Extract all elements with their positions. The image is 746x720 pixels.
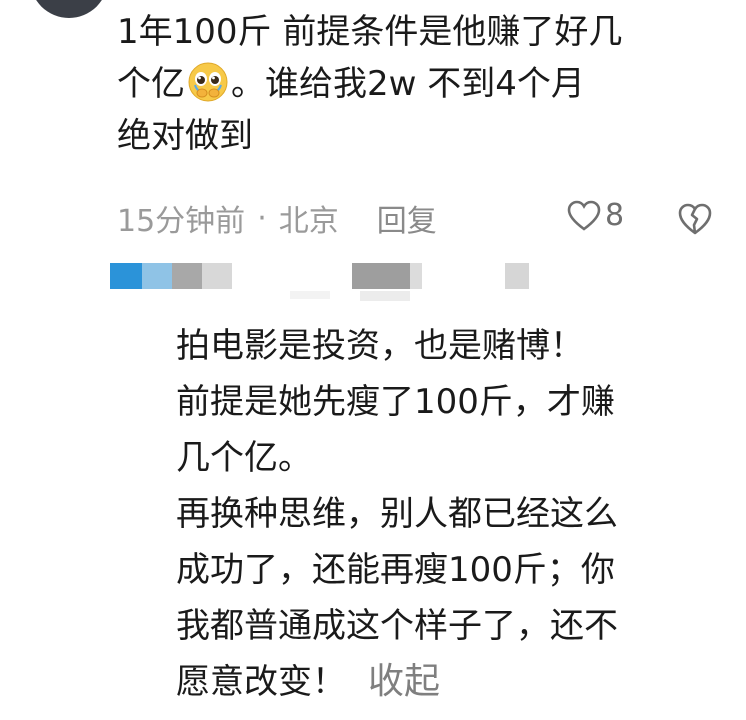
comment-time: 15分钟前 — [117, 204, 246, 239]
pleading-face-icon — [187, 61, 229, 103]
reply-content: 拍电影是投资，也是赌博！ 前提是她先瘦了100斤，才赚 几个亿。 再换种思维，别… — [176, 326, 618, 702]
like-button[interactable]: 8 — [567, 198, 624, 233]
reply-button[interactable]: 回复 — [377, 196, 437, 240]
comment-location: 北京 — [278, 204, 339, 239]
comment-meta: 15分钟前 · 北京 回复 8 — [117, 194, 729, 242]
like-count: 8 — [605, 198, 625, 233]
broken-heart-icon[interactable] — [677, 202, 713, 236]
heart-outline-icon — [567, 200, 601, 231]
redacted-username-mosaic — [0, 255, 746, 305]
commenter-avatar[interactable] — [30, 0, 108, 18]
collapse-button[interactable]: 收起 — [368, 661, 440, 702]
reply-text: 拍电影是投资，也是赌博！ 前提是她先瘦了100斤，才赚 几个亿。 再换种思维，别… — [176, 318, 736, 710]
meta-separator: · — [257, 200, 267, 236]
comment-text: 1年100斤 前提条件是他赚了好几 个亿 。谁给我2w 不到4个月 绝对做到 — [117, 6, 717, 162]
